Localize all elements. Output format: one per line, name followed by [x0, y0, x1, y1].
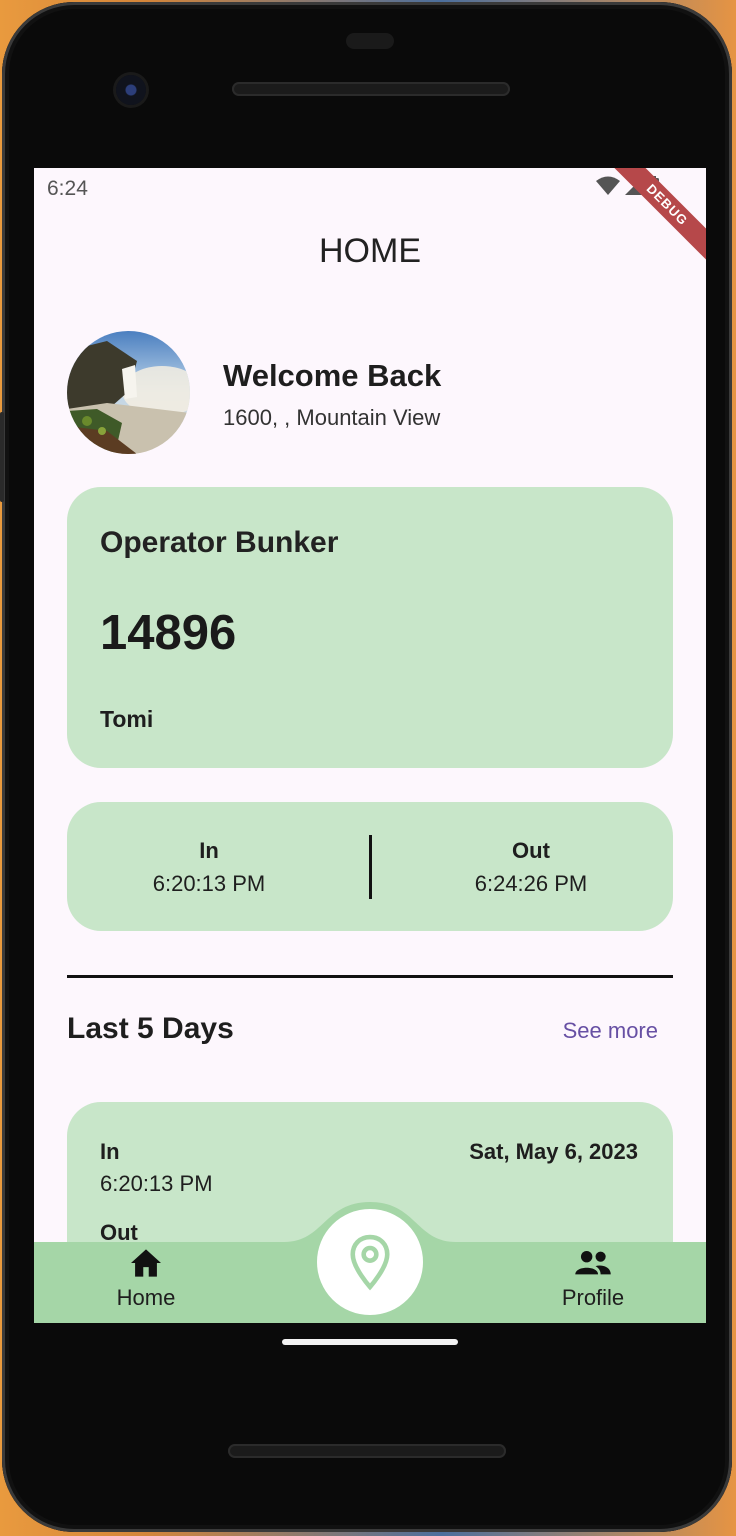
vertical-divider	[369, 835, 372, 899]
nav-item-home[interactable]: Home	[66, 1248, 226, 1311]
today-attendance-card: In 6:20:13 PM Out 6:24:26 PM	[67, 802, 673, 931]
sensor-pill	[346, 33, 394, 49]
nav-home-label: Home	[116, 1285, 176, 1310]
system-home-indicator[interactable]	[282, 1339, 458, 1345]
check-in-location-button[interactable]	[317, 1209, 423, 1315]
location-pin-icon	[350, 1234, 390, 1291]
operator-card: Operator Bunker 14896 Tomi	[67, 487, 673, 768]
history-in-label: In	[100, 1139, 120, 1164]
avatar[interactable]	[67, 331, 190, 454]
welcome-heading: Welcome Back	[223, 358, 442, 393]
check-in-time: 6:20:13 PM	[152, 871, 266, 896]
status-time: 6:24	[47, 177, 88, 200]
bottom-speaker	[228, 1444, 506, 1458]
check-out-label: Out	[512, 838, 550, 863]
home-icon	[131, 1249, 161, 1277]
check-out-time: 6:24:26 PM	[474, 871, 588, 896]
history-date: Sat, May 6, 2023	[469, 1139, 638, 1164]
front-camera	[116, 75, 146, 105]
page-title: HOME	[319, 232, 421, 270]
see-more-link[interactable]: See more	[563, 1018, 658, 1044]
wifi-icon	[596, 176, 620, 195]
operator-id-number: 14896	[100, 606, 237, 660]
check-in-column: In 6:20:13 PM	[79, 838, 339, 897]
history-section-title: Last 5 Days	[67, 1012, 234, 1045]
app-screen: 6:24 DEBUG HOME Welcome Back 1600, , Mou…	[34, 168, 706, 1323]
people-icon	[575, 1250, 611, 1275]
nav-profile-label: Profile	[561, 1285, 625, 1310]
avatar-landscape-image	[67, 331, 190, 454]
operator-card-title: Operator Bunker	[100, 526, 339, 559]
location-address: 1600, , Mountain View	[223, 405, 441, 430]
check-in-label: In	[199, 838, 219, 863]
operator-name: Tomi	[100, 706, 154, 732]
volume-button	[0, 412, 4, 502]
nav-item-profile[interactable]: Profile	[513, 1248, 673, 1311]
section-divider	[67, 975, 673, 978]
check-out-column: Out 6:24:26 PM	[401, 838, 661, 897]
earpiece-speaker	[232, 82, 510, 96]
